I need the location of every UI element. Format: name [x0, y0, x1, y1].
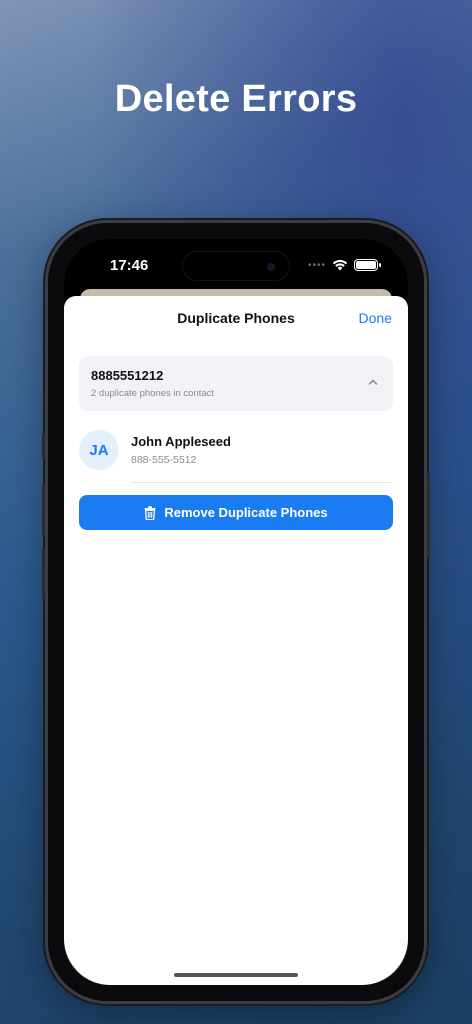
row-divider	[131, 482, 393, 483]
chevron-up-icon[interactable]	[367, 376, 379, 388]
promo-headline: Delete Errors	[114, 78, 358, 120]
volume-up-button	[42, 483, 45, 535]
phone-frame: 17:46 •••• Duplicate Phones Done 8885551…	[42, 220, 430, 1004]
sheet-title: Duplicate Phones	[177, 310, 295, 326]
avatar: JA	[79, 430, 119, 470]
volume-down-button	[42, 547, 45, 599]
duplicate-phones-sheet: Duplicate Phones Done 8885551212 2 dupli…	[64, 296, 408, 985]
remove-duplicate-phones-button[interactable]: Remove Duplicate Phones	[79, 495, 393, 530]
action-button	[42, 433, 45, 459]
trash-icon	[144, 505, 156, 520]
phone-screen: 17:46 •••• Duplicate Phones Done 8885551…	[64, 239, 408, 985]
status-indicators: ••••	[307, 259, 381, 271]
status-time: 17:46	[110, 257, 149, 274]
signal-dots-icon: ••••	[307, 259, 326, 271]
duplicate-number: 8885551212	[91, 368, 164, 383]
duplicate-count-label: 2 duplicate phones in contact	[91, 388, 215, 399]
done-button[interactable]: Done	[359, 310, 392, 326]
wifi-icon	[332, 259, 348, 271]
contact-phone: 888-555-5512	[131, 454, 197, 466]
contact-name: John Appleseed	[131, 434, 231, 449]
power-button	[427, 473, 430, 557]
dynamic-island	[182, 251, 290, 281]
camera-dot	[267, 263, 275, 271]
contact-row[interactable]: JA John Appleseed 888-555-5512	[79, 428, 393, 484]
remove-button-label: Remove Duplicate Phones	[164, 505, 328, 520]
battery-icon	[354, 259, 381, 271]
home-indicator[interactable]	[174, 973, 298, 977]
duplicate-group-card[interactable]: 8885551212 2 duplicate phones in contact	[79, 356, 393, 411]
